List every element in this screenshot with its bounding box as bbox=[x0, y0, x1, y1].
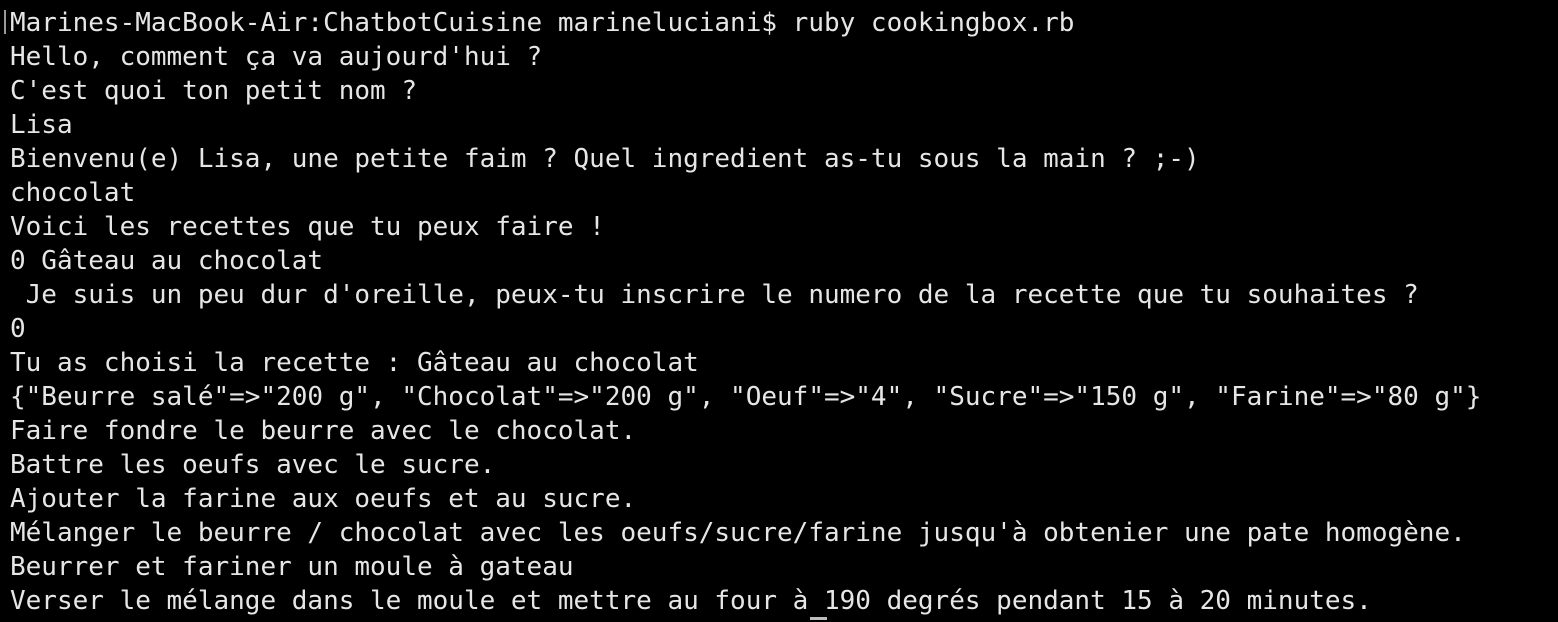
output-line: Je suis un peu dur d'oreille, peux-tu in… bbox=[10, 280, 1419, 310]
recipe-step-line: Faire fondre le beurre avec le chocolat. bbox=[10, 416, 637, 446]
user-input-line: chocolat bbox=[10, 178, 136, 208]
clipped-previous-line: - - - - - - - - - - - - - - - - - - - - … bbox=[10, 0, 1059, 6]
recipe-step-line: Mélanger le beurre / chocolat avec les o… bbox=[10, 518, 1466, 548]
output-line: Bienvenu(e) Lisa, une petite faim ? Quel… bbox=[10, 144, 1200, 174]
output-line: Voici les recettes que tu peux faire ! bbox=[10, 212, 605, 242]
recipe-list-item: 0 Gâteau au chocolat bbox=[10, 246, 324, 276]
terminal-output[interactable]: Marines-MacBook-Air:ChatbotCuisine marin… bbox=[10, 6, 1481, 618]
recipe-step-line: Verser le mélange dans le moule et mettr… bbox=[10, 586, 1372, 616]
line-marker bbox=[4, 10, 6, 34]
output-line: Tu as choisi la recette : Gâteau au choc… bbox=[10, 348, 699, 378]
recipe-step-line: Beurrer et fariner un moule à gateau bbox=[10, 552, 574, 582]
recipe-step-line: Ajouter la farine aux oeufs et au sucre. bbox=[10, 484, 637, 514]
user-input-line: Lisa bbox=[10, 110, 73, 140]
command-prompt-line: Marines-MacBook-Air:ChatbotCuisine marin… bbox=[10, 8, 1075, 38]
text-cursor bbox=[810, 617, 827, 620]
output-line: Hello, comment ça va aujourd'hui ? bbox=[10, 42, 543, 72]
output-line: C'est quoi ton petit nom ? bbox=[10, 76, 417, 106]
recipe-step-line: Battre les oeufs avec le sucre. bbox=[10, 450, 496, 480]
ingredients-hash-line: {"Beurre salé"=>"200 g", "Chocolat"=>"20… bbox=[10, 382, 1482, 412]
user-input-line: 0 bbox=[10, 314, 26, 344]
terminal-window[interactable]: - - - - - - - - - - - - - - - - - - - - … bbox=[0, 0, 1558, 622]
